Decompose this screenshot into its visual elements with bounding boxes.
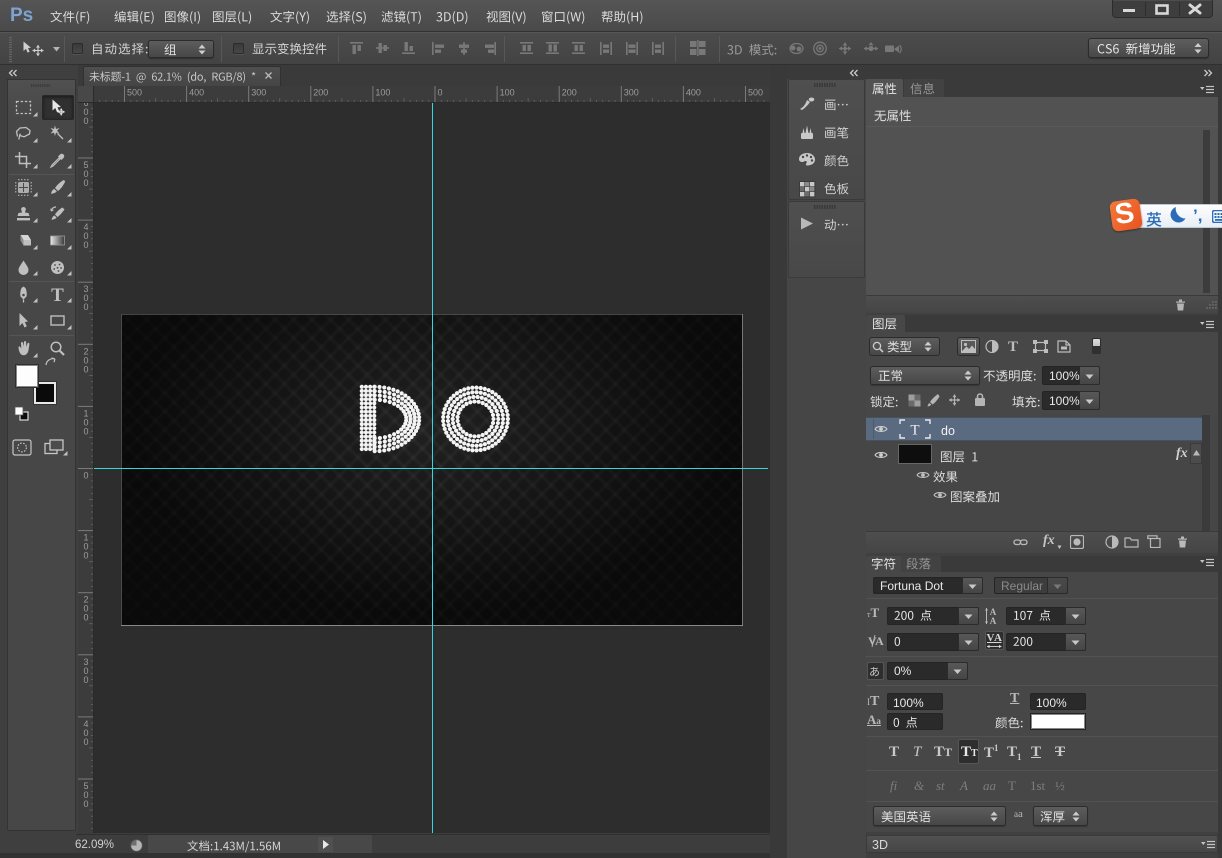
svg-text:0: 0 [83, 799, 88, 809]
svg-text:300: 300 [251, 88, 266, 98]
svg-text:100: 100 [375, 88, 390, 98]
svg-text:0: 0 [83, 471, 88, 481]
svg-text:0: 0 [83, 426, 88, 436]
svg-text:0: 0 [83, 613, 88, 623]
svg-text:A: A [875, 634, 884, 648]
svg-text:200: 200 [313, 88, 328, 98]
svg-text:0: 0 [438, 88, 443, 98]
svg-text:0: 0 [83, 551, 88, 561]
svg-text:0: 0 [83, 240, 88, 250]
svg-text:0: 0 [83, 302, 88, 312]
svg-text:0: 0 [83, 116, 88, 126]
svg-text:0: 0 [83, 737, 88, 747]
svg-text:200: 200 [562, 88, 577, 98]
svg-text:400: 400 [686, 88, 701, 98]
svg-text:400: 400 [189, 88, 204, 98]
svg-text:300: 300 [624, 88, 639, 98]
svg-text:T: T [51, 286, 64, 303]
svg-text:0: 0 [83, 675, 88, 685]
svg-text:0: 0 [83, 178, 88, 188]
svg-text:0: 0 [83, 364, 88, 374]
svg-text:A: A [990, 616, 997, 625]
svg-text:T: T [910, 423, 919, 439]
svg-text:100: 100 [500, 88, 515, 98]
svg-text:500: 500 [127, 88, 142, 98]
svg-text:500: 500 [748, 88, 763, 98]
